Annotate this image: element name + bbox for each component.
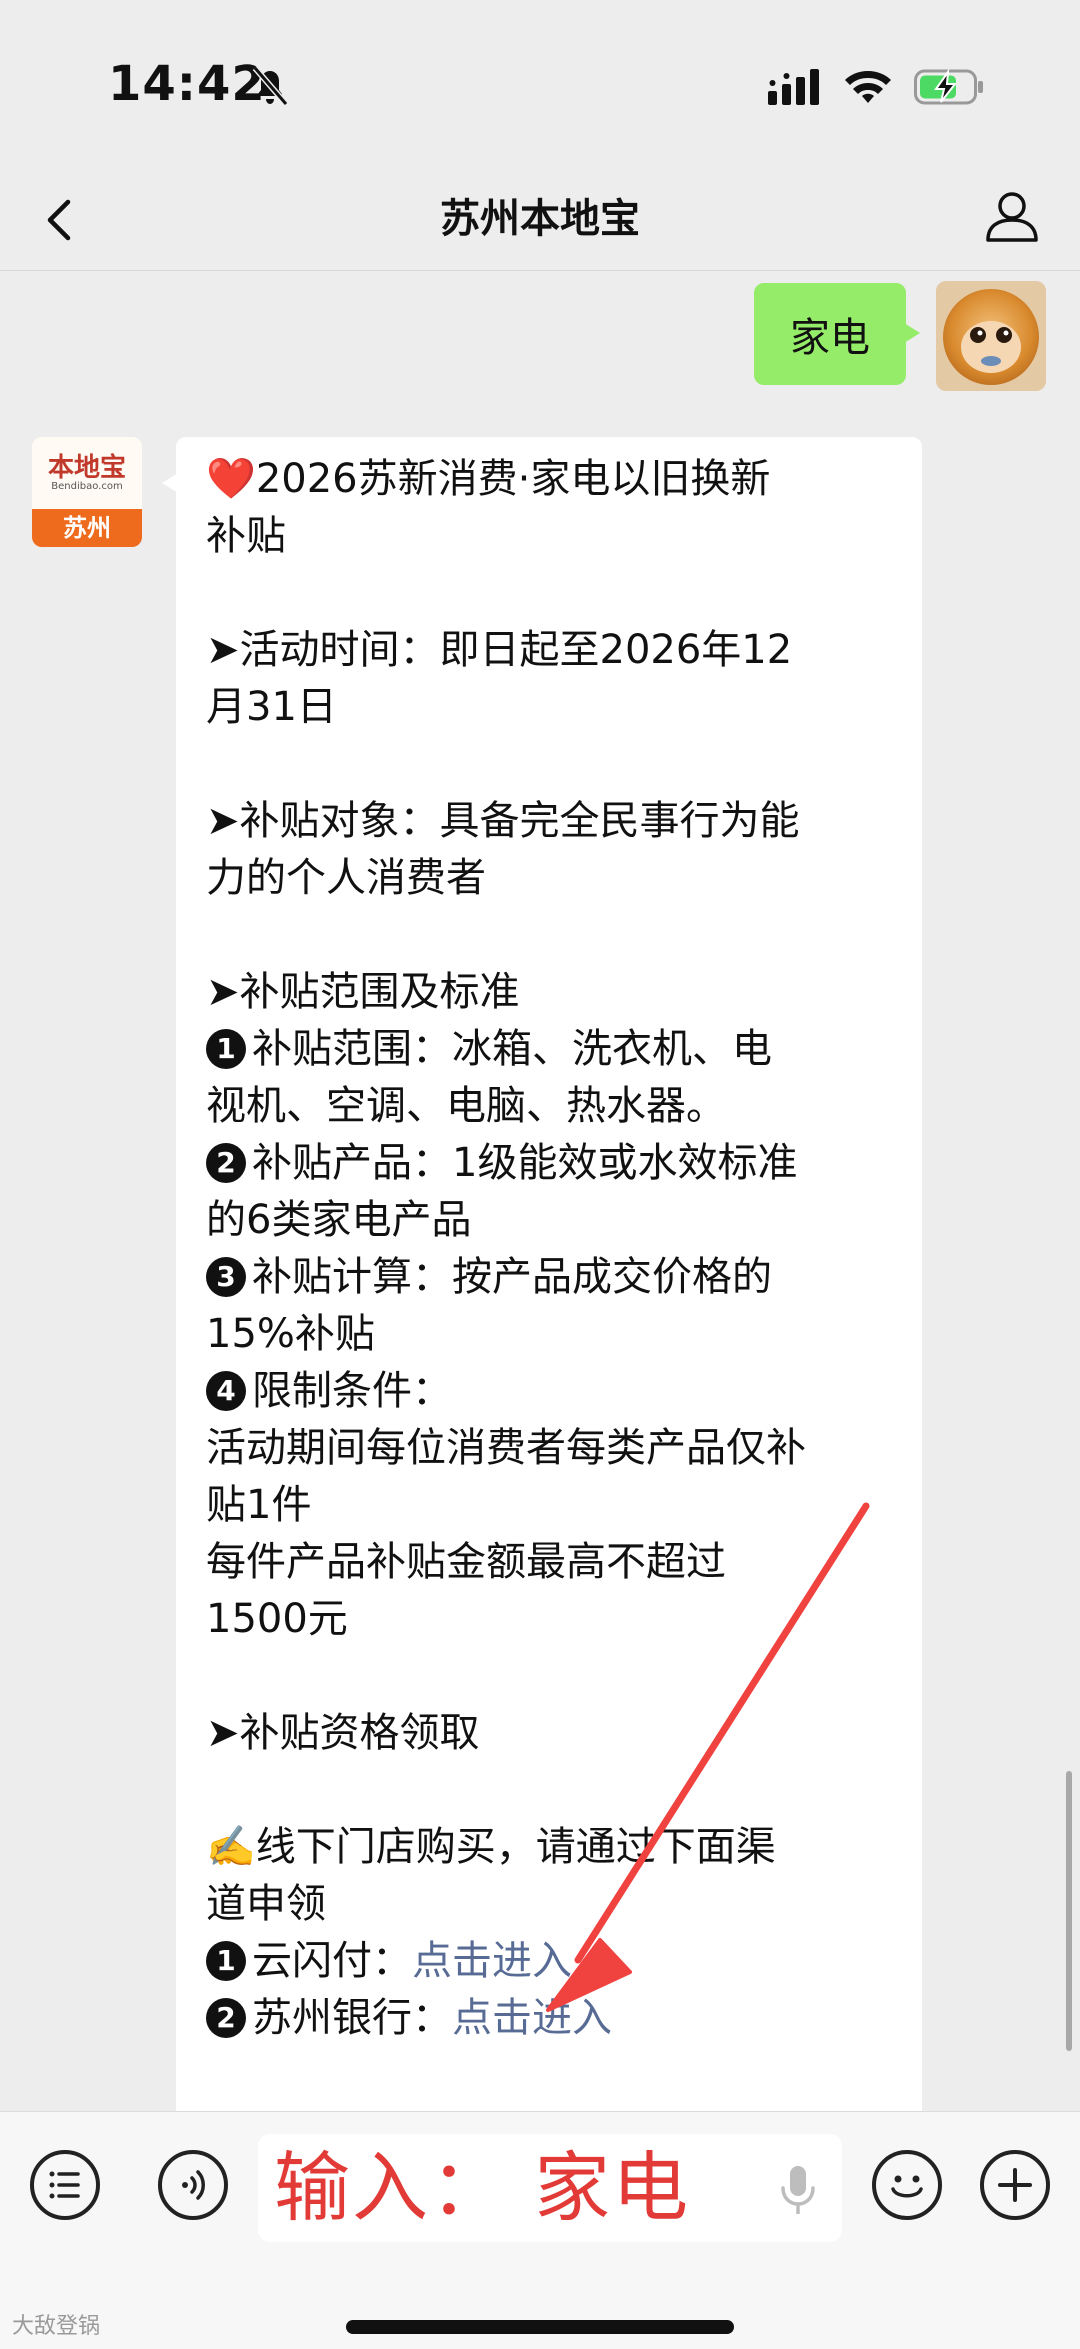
message-line <box>206 565 892 622</box>
user-avatar[interactable] <box>936 281 1046 391</box>
message-line: 每件产品补贴金额最高不超过 <box>206 1534 892 1591</box>
message-text: 补贴范围：冰箱、洗衣机、电 <box>252 1026 772 1072</box>
voice-button[interactable] <box>158 2150 228 2220</box>
emoji-icon <box>891 2175 923 2198</box>
menu-list-button[interactable] <box>30 2150 100 2220</box>
message-text: 苏州银行： <box>252 1995 452 2041</box>
number-badge: 2 <box>206 1143 246 1183</box>
chat-area[interactable]: 家电 本地宝 Bendibao.com 苏州 ❤️2026苏新消费·家电以旧换新… <box>0 271 1080 2157</box>
enter-link[interactable]: 点击进入 <box>452 1995 612 2041</box>
message-line: 3 补贴计算：按产品成交价格的 <box>206 1249 892 1306</box>
plus-button[interactable] <box>980 2150 1050 2220</box>
status-time: 14:42 <box>108 56 266 112</box>
incoming-message: ❤️2026苏新消费·家电以旧换新补贴 ➤活动时间：即日起至2026年12 月31日… <box>162 437 922 2157</box>
message-line: ❤️2026苏新消费·家电以旧换新 <box>206 451 892 508</box>
message-lines: ❤️2026苏新消费·家电以旧换新补贴 ➤活动时间：即日起至2026年12 月31日… <box>206 451 892 2047</box>
message-line[interactable]: 1 云闪付：点击进入 <box>206 1933 892 1990</box>
battery-charging-icon <box>914 68 983 105</box>
status-bar: 14:42 <box>0 0 1080 170</box>
scrollbar[interactable] <box>1066 1771 1072 2051</box>
message-line: 贴1件 <box>206 1477 892 1534</box>
message-text: ➤补贴对象：具备完全民事行为能 <box>206 798 800 844</box>
message-line <box>206 907 892 964</box>
mic-icon[interactable] <box>778 2164 818 2216</box>
message-line <box>206 1648 892 1705</box>
wifi-icon <box>845 71 891 103</box>
watermark: 大敌登锅 <box>12 2314 101 2339</box>
page-title: 苏州本地宝 <box>440 196 640 242</box>
message-text: 视机、空调、电脑、热水器。 <box>206 1083 726 1129</box>
enter-link[interactable]: 点击进入 <box>412 1938 572 1984</box>
number-badge: 4 <box>206 1371 246 1411</box>
message-text: 15%补贴 <box>206 1311 375 1357</box>
message-text: 道申领 <box>206 1881 326 1927</box>
bot-logo-city: 苏州 <box>32 509 142 547</box>
monkey-avatar-image <box>936 281 1046 391</box>
message-line: 2 补贴产品：1级能效或水效标准 <box>206 1135 892 1192</box>
message-line: 月31日 <box>206 679 892 736</box>
plus-icon <box>998 2168 1032 2202</box>
message-line: 力的个人消费者 <box>206 850 892 907</box>
message-text: 力的个人消费者 <box>206 855 486 901</box>
message-text: 补贴产品：1级能效或水效标准 <box>252 1140 798 1186</box>
message-line[interactable]: 2 苏州银行：点击进入 <box>206 1990 892 2047</box>
message-line: ➤补贴对象：具备完全民事行为能 <box>206 793 892 850</box>
heart-icon: ❤️ <box>206 456 256 502</box>
message-text: 补贴 <box>206 513 286 559</box>
number-badge: 1 <box>206 1941 246 1981</box>
message-text: 限制条件： <box>252 1368 452 1414</box>
profile-icon[interactable] <box>980 184 1044 248</box>
message-line: 1500元 <box>206 1591 892 1648</box>
message-text: 1500元 <box>206 1596 348 1642</box>
menu-list-icon <box>49 2171 80 2199</box>
nav-bar: 苏州本地宝 <box>0 170 1080 271</box>
message-line: 视机、空调、电脑、热水器。 <box>206 1078 892 1135</box>
message-line: 道申领 <box>206 1876 892 1933</box>
message-line: ➤补贴资格领取 <box>206 1705 892 1762</box>
message-text: 活动期间每位消费者每类产品仅补 <box>206 1425 806 1471</box>
message-line <box>206 736 892 793</box>
status-icons <box>768 62 984 112</box>
bell-slash-icon <box>252 66 289 106</box>
message-text: 2026苏新消费·家电以旧换新 <box>255 456 771 502</box>
message-line: 活动期间每位消费者每类产品仅补 <box>206 1420 892 1477</box>
number-badge: 3 <box>206 1257 246 1297</box>
message-text: ➤补贴资格领取 <box>206 1710 480 1756</box>
input-value: 输入： 家电 <box>274 2143 691 2232</box>
message-text: ➤活动时间：即日起至2026年12 <box>206 627 793 673</box>
message-line: ✍️线下门店购买，请通过下面渠 <box>206 1819 892 1876</box>
message-line: 15%补贴 <box>206 1306 892 1363</box>
message-line <box>206 1762 892 1819</box>
message-text: 补贴计算：按产品成交价格的 <box>252 1254 772 1300</box>
bot-logo-domain: Bendibao.com <box>51 481 123 492</box>
message-text: 云闪付： <box>252 1938 412 1984</box>
message-text: 月31日 <box>206 684 337 730</box>
message-line: 的6类家电产品 <box>206 1192 892 1249</box>
message-line: ➤活动时间：即日起至2026年12 <box>206 622 892 679</box>
number-badge: 1 <box>206 1029 246 1069</box>
message-line: 4 限制条件： <box>206 1363 892 1420</box>
bot-avatar[interactable]: 本地宝 Bendibao.com 苏州 <box>32 437 142 547</box>
message-text: 贴1件 <box>206 1482 312 1528</box>
message-line: 1 补贴范围：冰箱、洗衣机、电 <box>206 1021 892 1078</box>
bot-logo-top: 本地宝 Bendibao.com <box>32 437 142 509</box>
message-line: ➤补贴范围及标准 <box>206 964 892 1021</box>
cellular-icon <box>768 69 819 105</box>
message-input[interactable]: 输入： 家电 <box>258 2134 842 2242</box>
message-text: ✍️线下门店购买，请通过下面渠 <box>206 1824 776 1870</box>
emoji-button[interactable] <box>872 2150 942 2220</box>
home-indicator[interactable] <box>346 2320 734 2334</box>
number-badge: 2 <box>206 1998 246 2038</box>
message-text: 每件产品补贴金额最高不超过 <box>206 1539 726 1585</box>
input-bar: 输入： 家电 大敌登锅 <box>0 2111 1080 2349</box>
message-text: 的6类家电产品 <box>206 1197 472 1243</box>
bot-logo-text: 本地宝 <box>47 453 126 483</box>
message-line: 补贴 <box>206 508 892 565</box>
voice-icon <box>182 2170 205 2200</box>
outgoing-message[interactable]: 家电 <box>754 283 920 385</box>
message-text: ➤补贴范围及标准 <box>206 969 520 1015</box>
